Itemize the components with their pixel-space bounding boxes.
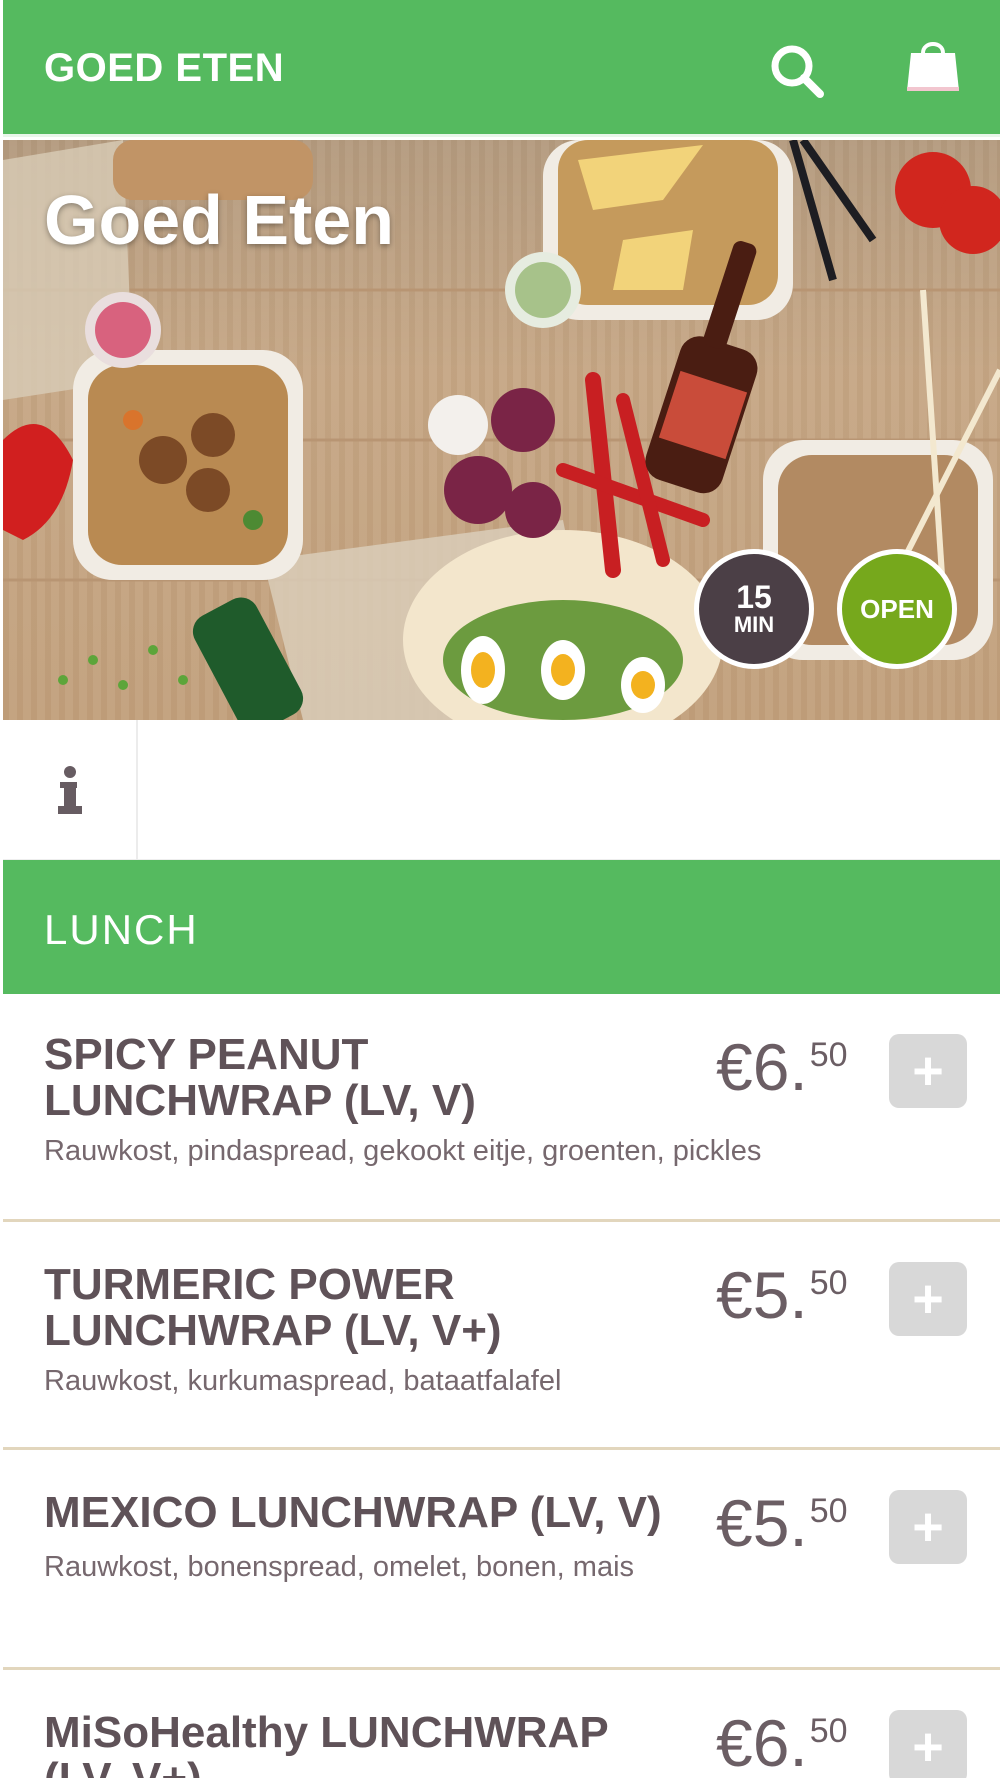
menu-item-description: Rauwkost, bonenspread, omelet, bonen, ma… bbox=[44, 1551, 635, 1583]
menu-item[interactable]: MiSoHealthy LUNCHWRAP (LV, V+) €6. 50 + bbox=[3, 1670, 1000, 1778]
top-bar: GOED ETEN bbox=[3, 0, 1000, 137]
menu-item-price: €6. 50 bbox=[716, 1710, 848, 1776]
price-main: €5. bbox=[716, 1486, 808, 1560]
menu-item-price: €5. 50 bbox=[716, 1490, 848, 1556]
brand-logo[interactable]: GOED ETEN bbox=[44, 46, 284, 91]
delivery-time-unit: MIN bbox=[733, 612, 775, 637]
menu-item[interactable]: SPICY PEANUT LUNCHWRAP (LV, V) Rauwkost,… bbox=[3, 994, 1000, 1222]
search-button[interactable] bbox=[762, 36, 832, 106]
price-cents: 50 bbox=[809, 1036, 848, 1074]
open-status-badge: OPEN bbox=[837, 549, 957, 669]
app-page: GOED ETEN Goed Eten 15 MIN OPEN LUNCH SP… bbox=[3, 0, 1000, 1778]
price-cents: 50 bbox=[809, 1264, 848, 1302]
restaurant-hero-image: Goed Eten 15 MIN OPEN bbox=[3, 140, 1000, 720]
add-to-cart-button[interactable]: + bbox=[889, 1710, 967, 1778]
menu-item-description: Rauwkost, kurkumaspread, bataatfalafel bbox=[44, 1365, 562, 1397]
delivery-time-badge: 15 MIN bbox=[694, 549, 814, 669]
menu-item-name: MiSoHealthy LUNCHWRAP (LV, V+) bbox=[44, 1708, 608, 1778]
menu-item-price: €6. 50 bbox=[716, 1034, 848, 1100]
menu-item-name: TURMERIC POWER LUNCHWRAP (LV, V+) bbox=[44, 1260, 502, 1355]
price-cents: 50 bbox=[809, 1712, 848, 1750]
price-main: €6. bbox=[716, 1030, 808, 1104]
info-icon bbox=[57, 766, 82, 814]
menu-item-description: Rauwkost, pindaspread, gekookt eitje, gr… bbox=[44, 1135, 762, 1167]
search-icon bbox=[771, 45, 824, 98]
menu-item-name: SPICY PEANUT LUNCHWRAP (LV, V) bbox=[44, 1030, 476, 1125]
menu-item-name: MEXICO LUNCHWRAP (LV, V) bbox=[44, 1488, 662, 1537]
menu-item[interactable]: MEXICO LUNCHWRAP (LV, V) Rauwkost, bonen… bbox=[3, 1450, 1000, 1670]
cart-button[interactable] bbox=[898, 30, 968, 100]
add-to-cart-button[interactable]: + bbox=[889, 1490, 967, 1564]
menu-item-price: €5. 50 bbox=[716, 1262, 848, 1328]
category-header-lunch[interactable]: LUNCH bbox=[3, 860, 1000, 994]
price-cents: 50 bbox=[809, 1492, 848, 1530]
category-title: LUNCH bbox=[44, 906, 199, 953]
add-to-cart-button[interactable]: + bbox=[889, 1262, 967, 1336]
price-main: €5. bbox=[716, 1258, 808, 1332]
restaurant-name: Goed Eten bbox=[44, 181, 395, 259]
info-button[interactable] bbox=[3, 720, 138, 860]
info-strip bbox=[3, 720, 1000, 860]
menu-item[interactable]: TURMERIC POWER LUNCHWRAP (LV, V+) Rauwko… bbox=[3, 1222, 1000, 1450]
delivery-time-value: 15 bbox=[736, 579, 772, 615]
shopping-bag-icon bbox=[907, 42, 959, 91]
price-main: €6. bbox=[716, 1706, 808, 1778]
add-to-cart-button[interactable]: + bbox=[889, 1034, 967, 1108]
